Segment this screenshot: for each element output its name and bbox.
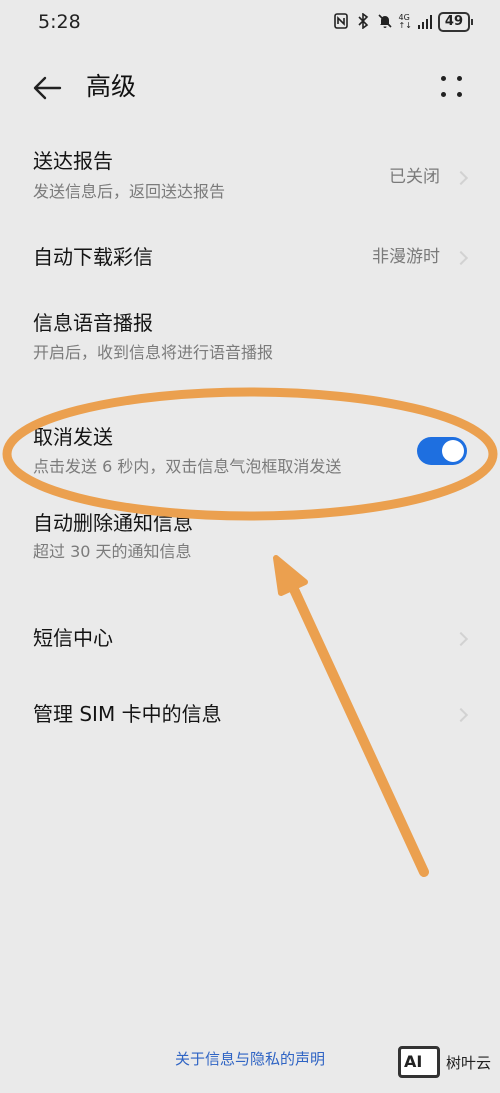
status-icons: 4G ↑↓ 49 bbox=[333, 12, 474, 32]
setting-title: 自动删除通知信息 bbox=[33, 511, 193, 535]
setting-value: 已关闭 bbox=[389, 167, 440, 187]
back-arrow-icon[interactable] bbox=[30, 70, 66, 106]
nfc-icon bbox=[333, 13, 349, 31]
cancel-send-toggle[interactable] bbox=[417, 437, 467, 465]
setting-title: 取消发送 bbox=[33, 425, 113, 449]
setting-value: 非漫游时 bbox=[372, 247, 440, 267]
setting-delivery-report[interactable]: 送达报告 发送信息后，返回送达报告 已关闭 bbox=[0, 140, 500, 210]
chevron-right-icon bbox=[453, 170, 469, 186]
chevron-right-icon bbox=[453, 707, 469, 723]
setting-subtitle: 超过 30 天的通知信息 bbox=[33, 542, 192, 561]
status-time: 5:28 bbox=[38, 11, 81, 33]
battery-icon: 49 bbox=[437, 12, 474, 32]
app-header: 高级 bbox=[0, 60, 500, 116]
setting-auto-delete-notifications[interactable]: 自动删除通知信息 超过 30 天的通知信息 bbox=[0, 500, 500, 572]
watermark: AI 树叶云 bbox=[398, 1046, 491, 1078]
setting-auto-download-mms[interactable]: 自动下载彩信 非漫游时 bbox=[0, 230, 500, 286]
bluetooth-icon bbox=[355, 12, 371, 31]
setting-title: 管理 SIM 卡中的信息 bbox=[33, 702, 222, 726]
more-options-icon[interactable] bbox=[436, 72, 468, 104]
setting-voice-broadcast[interactable]: 信息语音播报 开启后，收到信息将进行语音播报 bbox=[0, 300, 500, 372]
status-bar: 5:28 4G ↑↓ 49 bbox=[0, 0, 500, 48]
setting-title: 自动下载彩信 bbox=[33, 245, 153, 269]
setting-subtitle: 点击发送 6 秒内，双击信息气泡框取消发送 bbox=[33, 457, 342, 476]
setting-subtitle: 开启后，收到信息将进行语音播报 bbox=[33, 343, 274, 362]
network-type: 4G ↑↓ bbox=[398, 13, 412, 30]
watermark-logo: AI bbox=[398, 1046, 440, 1078]
setting-sms-center[interactable]: 短信中心 bbox=[0, 612, 500, 668]
mute-bell-icon bbox=[377, 13, 393, 31]
watermark-text: 树叶云 bbox=[446, 1053, 492, 1072]
setting-manage-sim-messages[interactable]: 管理 SIM 卡中的信息 bbox=[0, 688, 500, 744]
setting-title: 信息语音播报 bbox=[33, 311, 153, 335]
setting-title: 短信中心 bbox=[33, 626, 113, 650]
chevron-right-icon bbox=[453, 631, 469, 647]
setting-subtitle: 发送信息后，返回送达报告 bbox=[33, 182, 226, 201]
setting-title: 送达报告 bbox=[33, 149, 113, 173]
toggle-knob bbox=[442, 440, 464, 462]
signal-icon bbox=[417, 15, 432, 29]
chevron-right-icon bbox=[453, 250, 469, 266]
page-title: 高级 bbox=[86, 72, 137, 101]
